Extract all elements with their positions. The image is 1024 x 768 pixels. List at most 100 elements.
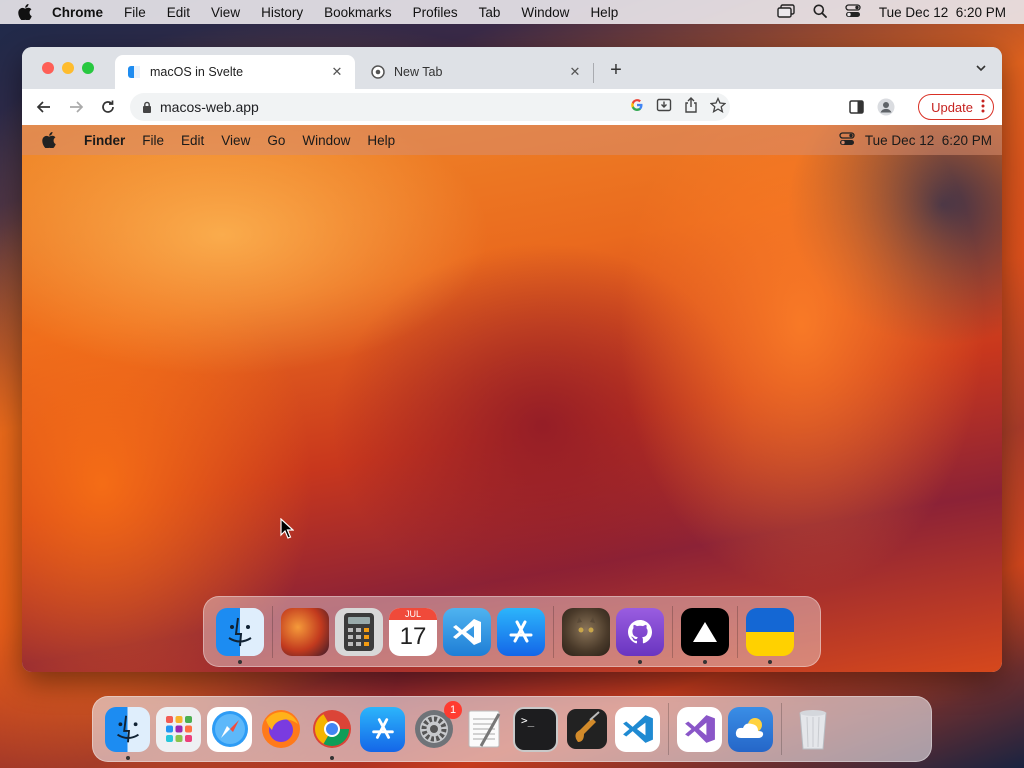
dock-trash[interactable] bbox=[790, 707, 835, 752]
tab-title: New Tab bbox=[394, 65, 443, 79]
tab-strip: macOS in Svelte ✕ New Tab ✕ + bbox=[22, 47, 1002, 89]
dock-system-preferences[interactable]: 1 bbox=[411, 700, 462, 752]
calculator-icon bbox=[335, 607, 383, 656]
inner-dock-wallpapers[interactable] bbox=[281, 607, 329, 656]
inner-dock-ukraine[interactable] bbox=[746, 607, 794, 664]
inner-dock-app-store[interactable] bbox=[497, 607, 545, 656]
running-indicator bbox=[638, 659, 642, 664]
apple-menu-icon[interactable] bbox=[18, 4, 36, 20]
menu-bookmarks[interactable]: Bookmarks bbox=[324, 5, 392, 20]
dock-firefox[interactable] bbox=[258, 707, 303, 752]
dock-garageband[interactable] bbox=[564, 707, 609, 752]
github-icon bbox=[616, 607, 664, 656]
inner-menu-app-name[interactable]: Finder bbox=[84, 133, 125, 148]
dock-weather[interactable] bbox=[728, 706, 773, 752]
inner-dock-vscode[interactable] bbox=[443, 607, 491, 656]
inner-apple-menu-icon[interactable] bbox=[42, 132, 60, 148]
update-button[interactable]: Update bbox=[918, 94, 994, 120]
inner-menu-window[interactable]: Window bbox=[302, 133, 350, 148]
inner-menu-help[interactable]: Help bbox=[367, 133, 395, 148]
dock-separator bbox=[672, 605, 673, 658]
tab-search-chevron-icon[interactable] bbox=[974, 61, 988, 75]
menu-file[interactable]: File bbox=[124, 5, 146, 20]
tab-title: macOS in Svelte bbox=[150, 65, 244, 79]
inner-control-center-icon[interactable] bbox=[839, 131, 855, 149]
url-text[interactable]: macos-web.app bbox=[160, 99, 259, 115]
inner-menu-go[interactable]: Go bbox=[267, 133, 285, 148]
side-panel-icon[interactable] bbox=[840, 93, 872, 121]
inner-menubar-clock[interactable]: Tue Dec 12 6:20 PM bbox=[865, 133, 992, 148]
zoom-window-button[interactable] bbox=[82, 62, 94, 74]
app-store-icon bbox=[497, 607, 545, 656]
share-icon[interactable] bbox=[684, 96, 698, 118]
forward-arrow-icon[interactable] bbox=[60, 93, 92, 121]
back-arrow-icon[interactable] bbox=[28, 93, 60, 121]
dock-launchpad[interactable] bbox=[156, 706, 201, 752]
update-label: Update bbox=[931, 99, 973, 115]
spotlight-search-icon[interactable] bbox=[813, 4, 827, 21]
vscode-icon bbox=[443, 607, 491, 656]
inner-menubar: Finder File Edit View Go Window Help Tue… bbox=[22, 125, 1002, 155]
firefox-icon bbox=[258, 707, 303, 752]
inner-menu-view[interactable]: View bbox=[221, 133, 250, 148]
menu-window[interactable]: Window bbox=[521, 5, 569, 20]
lock-icon[interactable] bbox=[142, 101, 152, 113]
menu-profiles[interactable]: Profiles bbox=[413, 5, 458, 20]
bookmark-star-icon[interactable] bbox=[709, 96, 727, 118]
menubar-clock[interactable]: Tue Dec 12 6:20 PM bbox=[879, 5, 1006, 20]
tab-new-tab[interactable]: New Tab ✕ bbox=[359, 55, 593, 89]
dock-app-store[interactable] bbox=[360, 706, 405, 752]
address-bar[interactable]: macos-web.app bbox=[130, 93, 730, 121]
dock-chrome[interactable] bbox=[309, 707, 354, 760]
dock-textedit[interactable] bbox=[462, 707, 507, 752]
install-app-icon[interactable] bbox=[656, 97, 672, 118]
dock-separator bbox=[272, 605, 273, 658]
dock-separator bbox=[668, 703, 669, 755]
running-indicator bbox=[768, 659, 772, 664]
menu-app-name[interactable]: Chrome bbox=[52, 5, 103, 20]
menu-view[interactable]: View bbox=[211, 5, 240, 20]
vscode-icon bbox=[615, 706, 660, 752]
tab-divider bbox=[593, 63, 594, 83]
dock-terminal[interactable]: >_ bbox=[513, 706, 558, 752]
inner-menu-edit[interactable]: Edit bbox=[181, 133, 204, 148]
close-tab-icon[interactable]: ✕ bbox=[329, 64, 345, 80]
menu-edit[interactable]: Edit bbox=[167, 5, 190, 20]
inner-menu-file[interactable]: File bbox=[142, 133, 164, 148]
inner-dock-calculator[interactable] bbox=[335, 607, 383, 656]
dock-finder[interactable] bbox=[105, 706, 150, 760]
control-center-icon[interactable] bbox=[845, 3, 861, 21]
profile-avatar-icon[interactable] bbox=[870, 93, 902, 121]
finder-icon bbox=[105, 706, 150, 752]
inner-dock-finder[interactable] bbox=[216, 607, 264, 664]
tab-macos-in-svelte[interactable]: macOS in Svelte ✕ bbox=[115, 55, 355, 89]
finder-favicon-icon bbox=[127, 65, 141, 79]
close-window-button[interactable] bbox=[42, 62, 54, 74]
reload-icon[interactable] bbox=[92, 93, 124, 121]
inner-dock-vercel[interactable] bbox=[681, 607, 729, 664]
close-tab-icon[interactable]: ✕ bbox=[567, 64, 583, 80]
menu-tab[interactable]: Tab bbox=[479, 5, 501, 20]
minimize-window-button[interactable] bbox=[62, 62, 74, 74]
chrome-icon bbox=[309, 707, 354, 752]
google-lens-icon[interactable] bbox=[630, 98, 644, 117]
more-menu-icon[interactable] bbox=[981, 99, 985, 116]
dock-visual-studio[interactable] bbox=[677, 706, 722, 752]
finder-icon bbox=[216, 607, 264, 656]
inner-dock-github[interactable] bbox=[616, 607, 664, 664]
inner-dock-cat-photo[interactable] bbox=[562, 607, 610, 656]
menu-help[interactable]: Help bbox=[590, 5, 618, 20]
vercel-icon bbox=[681, 607, 729, 656]
inner-dock: JUL 17 bbox=[203, 596, 821, 667]
running-indicator bbox=[703, 659, 707, 664]
dock-vscode[interactable] bbox=[615, 706, 660, 752]
visual-studio-icon bbox=[677, 706, 722, 752]
dock-safari[interactable] bbox=[207, 706, 252, 752]
inner-dock-calendar[interactable]: JUL 17 bbox=[389, 607, 437, 656]
trash-icon bbox=[790, 707, 835, 752]
new-tab-plus-icon[interactable]: + bbox=[606, 59, 626, 82]
menu-history[interactable]: History bbox=[261, 5, 303, 20]
dock-separator bbox=[553, 605, 554, 658]
inner-wallpaper bbox=[22, 125, 1002, 672]
screen-mirroring-icon[interactable] bbox=[777, 3, 795, 21]
